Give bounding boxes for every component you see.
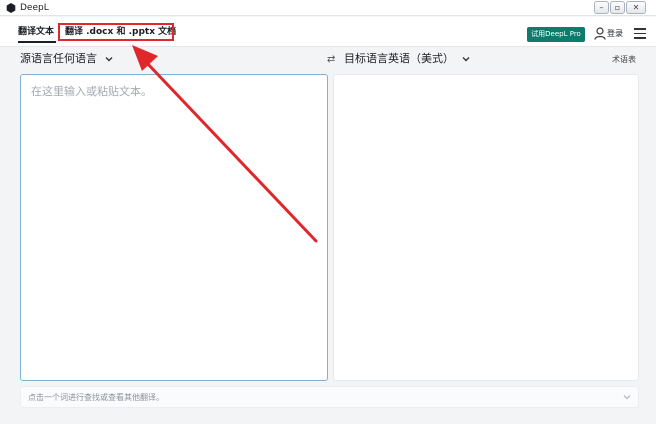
close-button[interactable]: ✕ xyxy=(626,1,646,14)
deepl-logo-icon xyxy=(6,3,16,13)
source-placeholder: 在这里输入或粘贴文本。 xyxy=(31,85,152,98)
source-language-label: 源语言任何语言 xyxy=(20,52,97,65)
title-bar: DeepL – ▫ ✕ xyxy=(0,0,656,16)
user-icon[interactable] xyxy=(594,27,606,40)
target-language-label: 目标语言英语（美式） xyxy=(344,52,454,65)
try-pro-button[interactable]: 试用DeepL Pro xyxy=(527,27,585,42)
toolbar: 翻译文本 翻译 .docx 和 .pptx 文档 试用DeepL Pro 登录 xyxy=(0,17,656,47)
glossary-button[interactable]: 术语表 xyxy=(612,55,636,65)
chevron-down-icon xyxy=(105,57,112,62)
chevron-down-icon[interactable] xyxy=(623,393,631,401)
maximize-button[interactable]: ▫ xyxy=(610,1,625,14)
hint-text: 点击一个词进行查找或查看其他翻译。 xyxy=(28,393,164,402)
source-language-selector[interactable]: 源语言任何语言 xyxy=(20,51,113,69)
login-link[interactable]: 登录 xyxy=(607,28,623,40)
hamburger-menu-icon[interactable] xyxy=(634,28,646,39)
source-text-input[interactable]: 在这里输入或粘贴文本。 xyxy=(20,74,328,381)
dictionary-hint-bar[interactable]: 点击一个词进行查找或查看其他翻译。 xyxy=(20,386,639,408)
active-tab-indicator xyxy=(18,41,56,43)
window-title: DeepL xyxy=(20,3,49,13)
annotation-highlight-box xyxy=(58,23,174,41)
chevron-down-icon xyxy=(462,57,469,62)
target-language-selector[interactable]: 目标语言英语（美式） xyxy=(344,51,470,69)
tab-translate-text[interactable]: 翻译文本 xyxy=(18,26,54,38)
minimize-button[interactable]: – xyxy=(594,1,609,14)
translation-output-panel xyxy=(333,74,639,381)
swap-languages-icon[interactable]: ⇄ xyxy=(327,55,337,65)
